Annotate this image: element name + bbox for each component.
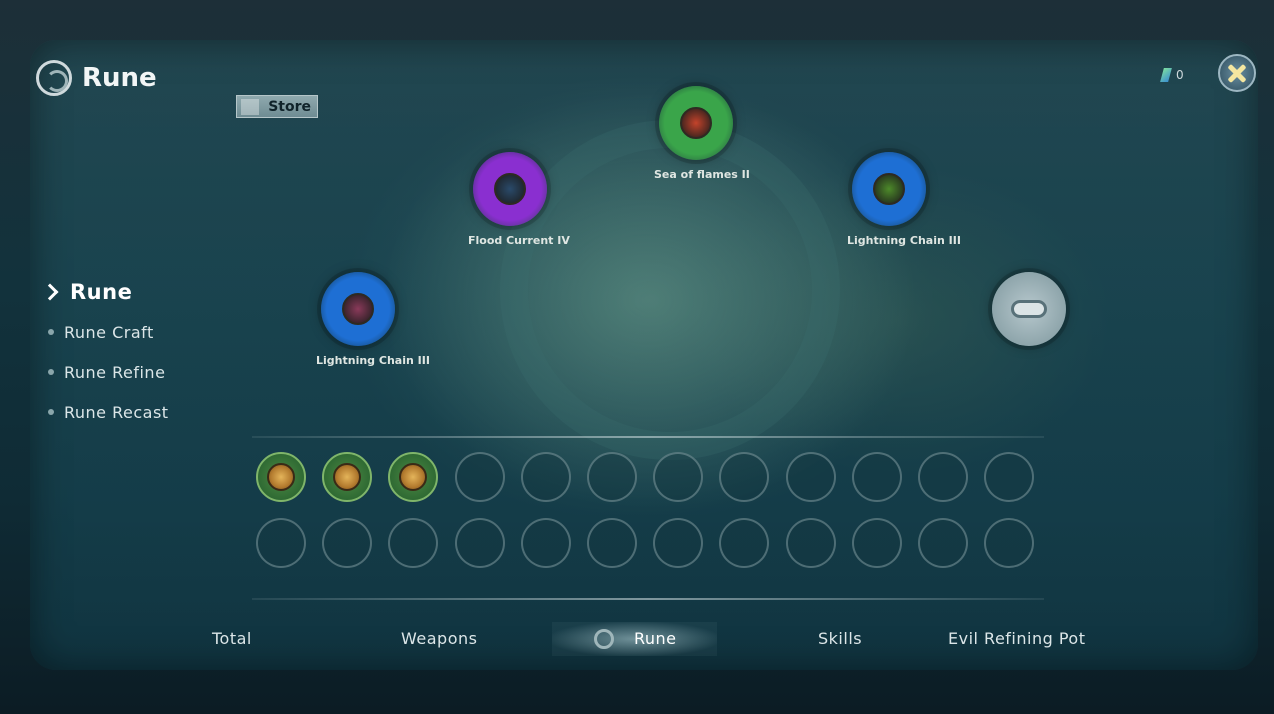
lightning-rune-icon xyxy=(873,173,905,205)
side-nav-label: Rune Recast xyxy=(64,402,169,422)
tab-label: Evil Refining Pot xyxy=(948,629,1086,648)
rune-disc xyxy=(321,272,395,346)
inventory-slot-empty[interactable] xyxy=(984,452,1035,502)
inventory-slot-empty[interactable] xyxy=(520,518,571,568)
rune-swirl-icon xyxy=(594,629,614,649)
side-nav-item-rune-refine[interactable]: Rune Refine xyxy=(42,352,169,392)
side-nav: Rune Rune Craft Rune Refine Rune Recast xyxy=(41,272,169,432)
inventory-slot-rune-item[interactable] xyxy=(322,452,373,502)
water-rune-icon xyxy=(494,173,526,205)
inventory-bottom-divider xyxy=(252,598,1044,600)
rune-name: Lightning Chain III xyxy=(316,354,430,367)
inventory-slot-empty[interactable] xyxy=(653,452,704,502)
rune-disc xyxy=(473,152,547,226)
rune-disc xyxy=(852,152,926,226)
chevron-right-icon xyxy=(41,283,59,301)
rune-disc xyxy=(659,86,733,160)
inventory-top-divider xyxy=(252,436,1044,438)
tab-label: Skills xyxy=(818,629,863,648)
gem-icon xyxy=(1160,68,1172,82)
rune-name: Lightning Chain III xyxy=(847,234,961,247)
close-button[interactable] xyxy=(1218,54,1256,92)
store-button-label: Store xyxy=(268,99,311,115)
inventory-slot-empty[interactable] xyxy=(322,518,373,568)
tab-total[interactable]: Total xyxy=(212,622,252,656)
rune-disc xyxy=(992,272,1066,346)
inventory-slot-empty[interactable] xyxy=(454,452,505,502)
inventory-slot-empty[interactable] xyxy=(388,518,439,568)
tab-evil-refining-pot[interactable]: Evil Refining Pot xyxy=(948,622,1085,656)
inventory-slot-empty[interactable] xyxy=(520,452,571,502)
inventory-slot-empty[interactable] xyxy=(917,452,968,502)
tab-skills[interactable]: Skills xyxy=(818,622,862,656)
inventory-slot-empty[interactable] xyxy=(851,518,902,568)
lightning-rune-icon xyxy=(342,293,374,325)
rune-name: Flood Current IV xyxy=(468,234,570,247)
rune-item-icon xyxy=(333,463,362,491)
inventory-slot-empty[interactable] xyxy=(785,518,836,568)
side-nav-item-rune[interactable]: Rune xyxy=(41,272,169,312)
inventory-slot-empty[interactable] xyxy=(256,518,306,568)
tab-label: Weapons xyxy=(401,629,478,648)
side-nav-label: Rune xyxy=(70,280,133,304)
tab-label: Rune xyxy=(634,629,677,648)
rune-item-icon xyxy=(399,463,428,491)
inventory-slot-empty[interactable] xyxy=(719,518,770,568)
tab-label: Total xyxy=(212,629,252,648)
inventory-slot-empty[interactable] xyxy=(917,518,968,568)
currency-counter: 0 xyxy=(1160,68,1184,82)
rune-item-icon xyxy=(267,463,295,491)
inventory-slot-empty[interactable] xyxy=(719,452,770,502)
inventory-slot-empty[interactable] xyxy=(785,452,836,502)
currency-value: 0 xyxy=(1176,68,1184,82)
bullet-icon xyxy=(48,369,54,375)
bottom-tab-bar: Total Weapons Rune Skills Evil Refining … xyxy=(0,622,1274,658)
inventory-slot-empty[interactable] xyxy=(586,452,637,502)
page-title: Rune xyxy=(82,63,157,93)
rune-slot-top[interactable]: Sea of flames II xyxy=(654,86,750,181)
rune-swirl-icon xyxy=(36,60,72,96)
rune-name: Sea of flames II xyxy=(654,168,750,181)
inventory-slot-empty[interactable] xyxy=(454,518,505,568)
rune-inventory xyxy=(252,436,1044,604)
inventory-grid xyxy=(256,452,1035,568)
store-icon xyxy=(241,99,259,115)
inventory-slot-rune-item[interactable] xyxy=(256,452,306,502)
rune-slot-lower-left[interactable]: Lightning Chain III xyxy=(316,272,430,367)
inventory-slot-empty[interactable] xyxy=(851,452,902,502)
page-header: Rune xyxy=(36,60,157,96)
side-nav-item-rune-recast[interactable]: Rune Recast xyxy=(42,392,169,432)
bullet-icon xyxy=(48,409,54,415)
rune-slot-upper-right[interactable]: Lightning Chain III xyxy=(847,152,961,247)
rune-slot-upper-left[interactable]: Flood Current IV xyxy=(468,152,570,247)
bullet-icon xyxy=(48,329,54,335)
inventory-slot-empty[interactable] xyxy=(653,518,704,568)
tab-rune[interactable]: Rune xyxy=(552,622,717,656)
inventory-slot-empty[interactable] xyxy=(586,518,637,568)
side-nav-label: Rune Refine xyxy=(64,362,166,382)
flame-rune-icon xyxy=(680,107,712,139)
side-nav-item-rune-craft[interactable]: Rune Craft xyxy=(42,312,169,352)
tab-weapons[interactable]: Weapons xyxy=(401,622,477,656)
store-button[interactable]: Store xyxy=(236,95,318,118)
inventory-slot-rune-item[interactable] xyxy=(388,452,439,502)
side-nav-label: Rune Craft xyxy=(64,322,154,342)
empty-slot-icon xyxy=(1011,300,1047,318)
inventory-slot-empty[interactable] xyxy=(984,518,1035,568)
rune-slot-lower-right-empty[interactable] xyxy=(987,272,1071,346)
